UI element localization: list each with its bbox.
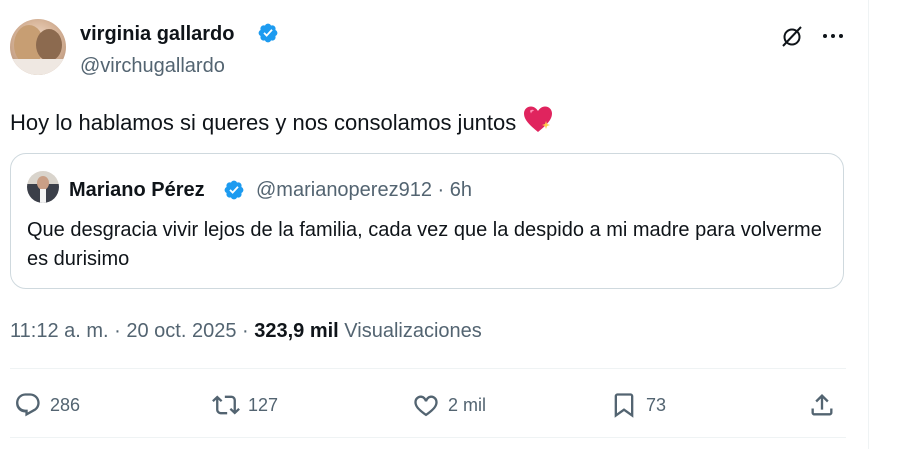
- avatar-figure: [36, 29, 62, 61]
- tweet-metadata: 11:12 a. m. · 20 oct. 2025 · 323,9 mil V…: [10, 318, 482, 344]
- repost-icon: [212, 395, 240, 415]
- like-button[interactable]: 2 mil: [412, 390, 486, 420]
- quote-author-handle: @marianoperez912 · 6h: [256, 179, 472, 201]
- tweet-text-content: Hoy lo hablamos si queres y nos consolam…: [10, 110, 517, 135]
- repost-button[interactable]: 127: [212, 390, 278, 420]
- avatar-figure: [10, 59, 66, 75]
- tweet-timestamp[interactable]: 11:12 a. m. · 20 oct. 2025 ·: [10, 320, 254, 342]
- bookmark-icon: [614, 393, 634, 418]
- tweet-text: Hoy lo hablamos si queres y nos consolam…: [10, 104, 554, 139]
- quote-text: Que desgracia vivir lejos de la familia,…: [27, 219, 822, 270]
- divider: [10, 368, 846, 369]
- share-icon: [811, 394, 833, 416]
- verified-badge-icon: [224, 180, 244, 200]
- quote-author-avatar: [27, 171, 59, 203]
- author-handle[interactable]: @virchugallardo: [80, 53, 225, 79]
- sparkling-heart-icon: [524, 106, 553, 132]
- quote-author-name: Mariano Pérez: [69, 179, 205, 201]
- like-icon: [414, 395, 438, 417]
- bookmark-button[interactable]: 73: [610, 390, 666, 420]
- share-button[interactable]: [808, 390, 836, 420]
- more-icon[interactable]: [820, 24, 846, 48]
- verified-badge-icon: [258, 23, 278, 43]
- views-count: 323,9 mil: [254, 320, 339, 342]
- bookmark-count: 73: [646, 394, 667, 415]
- quoted-tweet[interactable]: Mariano Pérez @marianoperez912 · 6h Que …: [10, 153, 844, 289]
- reply-icon: [16, 393, 40, 417]
- reply-count: 286: [50, 394, 81, 415]
- author-avatar[interactable]: [10, 19, 66, 75]
- like-count: 2 mil: [448, 394, 487, 415]
- avatar-figure: [40, 189, 46, 203]
- grok-icon[interactable]: [780, 24, 804, 48]
- author-name[interactable]: virginia gallardo: [80, 20, 234, 48]
- timeline-border: [868, 0, 869, 449]
- avatar-figure: [37, 176, 49, 190]
- views-label: Visualizaciones: [344, 320, 482, 342]
- divider: [10, 437, 846, 438]
- tweet: virginia gallardo @virchugallardo Hoy lo…: [0, 0, 868, 449]
- reply-button[interactable]: 286: [14, 390, 80, 420]
- repost-count: 127: [248, 394, 279, 415]
